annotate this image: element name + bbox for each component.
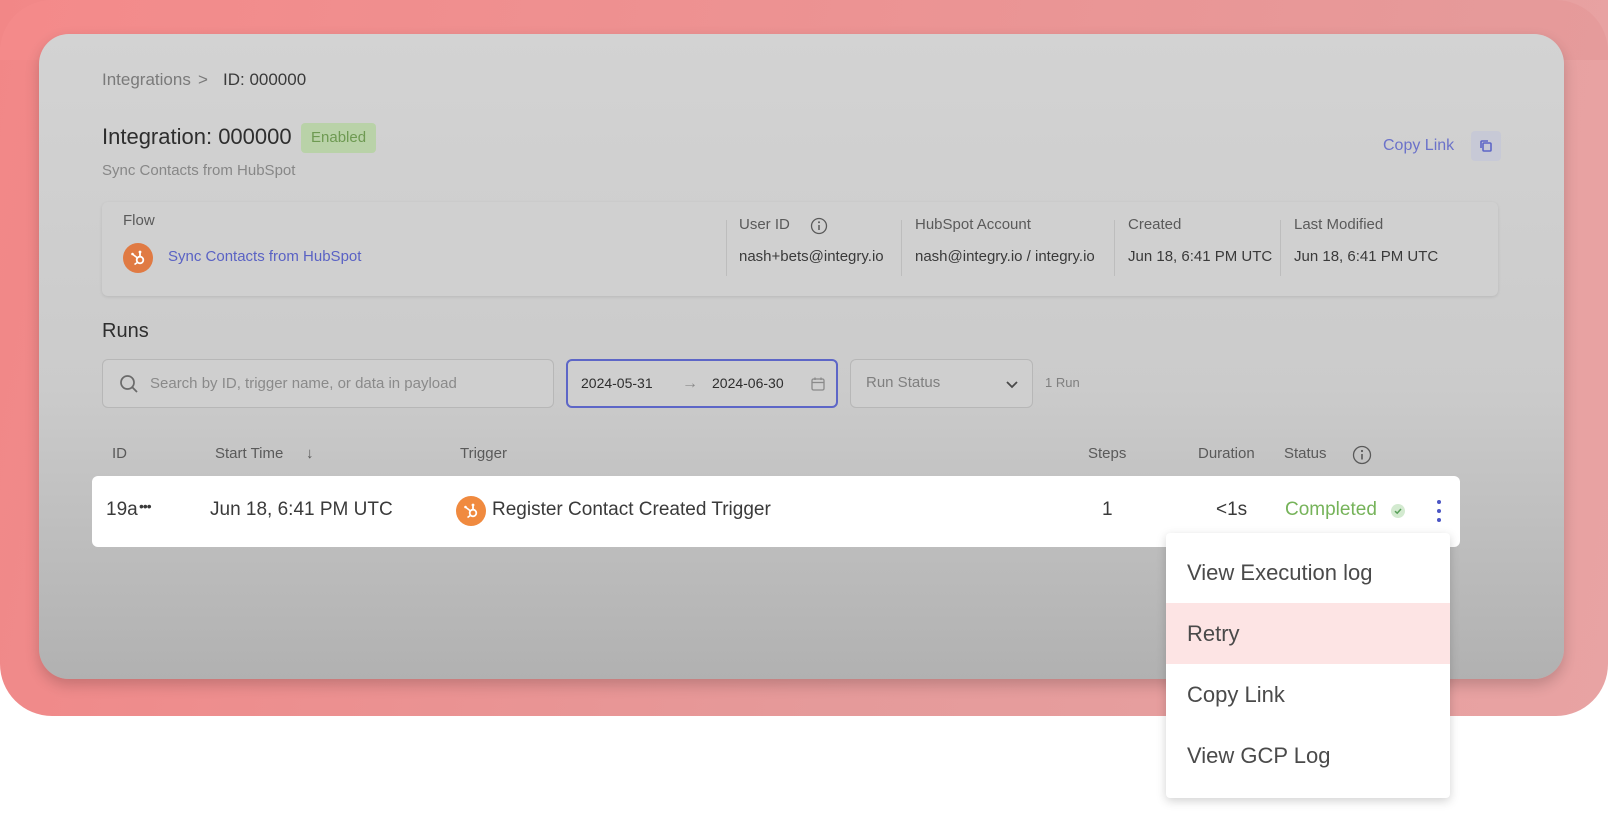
menu-item-copy-link[interactable]: Copy Link (1166, 664, 1450, 725)
column-id: ID (112, 445, 127, 462)
run-steps: 1 (1102, 499, 1113, 520)
last-modified-value: Jun 18, 6:41 PM UTC (1294, 248, 1439, 265)
info-icon[interactable] (810, 217, 828, 240)
divider (1114, 220, 1115, 276)
more-options-icon[interactable] (1435, 500, 1443, 522)
column-start-time[interactable]: Start Time (215, 445, 283, 462)
copy-icon[interactable] (1471, 131, 1501, 161)
menu-item-retry[interactable]: Retry (1166, 603, 1450, 664)
breadcrumb-chevron-icon: > (198, 70, 208, 89)
breadcrumb-current: ID: 000000 (223, 70, 307, 89)
status-info-icon[interactable] (1352, 445, 1372, 470)
run-start-time: Jun 18, 6:41 PM UTC (210, 499, 393, 520)
sort-arrow-icon[interactable]: ↓ (306, 445, 314, 462)
divider (1280, 220, 1281, 276)
user-id-label: User ID (739, 216, 790, 233)
divider (726, 220, 727, 276)
page-subtitle: Sync Contacts from HubSpot (102, 162, 296, 179)
search-placeholder: Search by ID, trigger name, or data in p… (150, 375, 457, 392)
status-badge: Enabled (301, 123, 377, 153)
search-input[interactable]: Search by ID, trigger name, or data in p… (102, 359, 554, 408)
page-title: Integration: 000000 (102, 124, 292, 149)
divider (901, 220, 902, 276)
run-count: 1 Run (1045, 375, 1080, 390)
hubspot-account-label: HubSpot Account (915, 216, 1031, 233)
runs-title: Runs (102, 320, 149, 342)
run-id: 19a (106, 499, 138, 520)
run-status: Completed (1285, 499, 1377, 520)
hubspot-icon (123, 243, 153, 273)
date-range-picker[interactable]: 2024-05-31 → 2024-06-30 (566, 359, 838, 408)
menu-item-view-gcp-log[interactable]: View GCP Log (1166, 725, 1450, 786)
flow-label: Flow (123, 212, 155, 229)
run-trigger: Register Contact Created Trigger (492, 499, 771, 520)
chevron-down-icon (1004, 376, 1020, 397)
check-icon (1391, 504, 1405, 518)
run-status-select[interactable]: Run Status (850, 359, 1033, 408)
copy-link-button[interactable]: Copy Link (1383, 137, 1454, 155)
breadcrumb-integrations[interactable]: Integrations (102, 70, 191, 90)
integration-info-card: Flow Sync Contacts from HubSpot User ID … (102, 202, 1498, 296)
menu-item-view-execution-log[interactable]: View Execution log (1166, 542, 1450, 603)
flow-link[interactable]: Sync Contacts from HubSpot (168, 248, 361, 265)
calendar-icon[interactable] (810, 376, 826, 397)
search-icon (119, 374, 139, 399)
created-label: Created (1128, 216, 1182, 233)
date-end[interactable]: 2024-06-30 (712, 375, 784, 391)
column-steps: Steps (1088, 445, 1127, 462)
user-id-value: nash+bets@integry.io (739, 248, 884, 265)
column-status: Status (1284, 445, 1327, 462)
column-duration: Duration (1198, 445, 1255, 462)
column-trigger: Trigger (460, 445, 507, 462)
hubspot-icon (456, 496, 486, 526)
date-start[interactable]: 2024-05-31 (581, 375, 653, 391)
created-value: Jun 18, 6:41 PM UTC (1128, 248, 1273, 265)
row-actions-menu: View Execution log Retry Copy Link View … (1166, 533, 1450, 798)
hubspot-account-value: nash@integry.io / integry.io (915, 248, 1095, 265)
arrow-right-icon: → (682, 375, 698, 392)
run-status-placeholder: Run Status (866, 374, 941, 391)
run-duration: <1s (1216, 499, 1248, 520)
ellipsis-icon[interactable]: ••• (139, 498, 152, 514)
last-modified-label: Last Modified (1294, 216, 1384, 233)
